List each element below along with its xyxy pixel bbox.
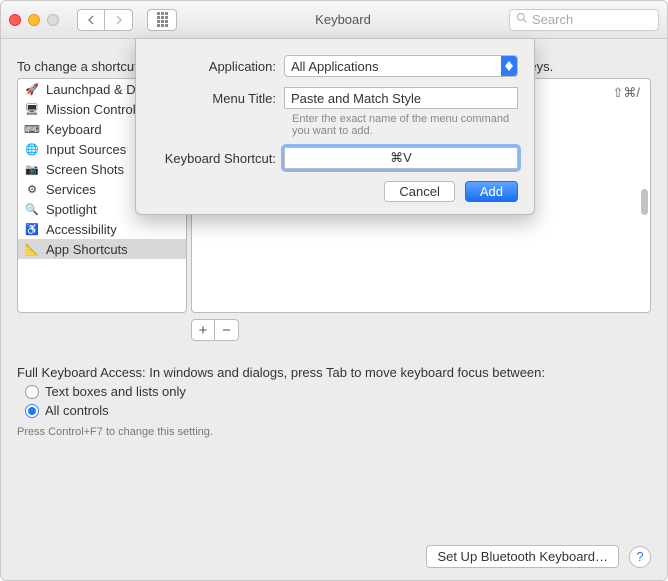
bluetooth-keyboard-button[interactable]: Set Up Bluetooth Keyboard… <box>426 545 619 568</box>
cancel-button[interactable]: Cancel <box>384 181 454 202</box>
minimize-icon[interactable] <box>28 14 40 26</box>
grid-icon <box>157 12 168 27</box>
fka-intro: Full Keyboard Access: In windows and dia… <box>17 365 651 380</box>
menu-title-hint: Enter the exact name of the menu command… <box>292 113 522 137</box>
search-field[interactable]: Search <box>509 9 659 31</box>
popup-arrows-icon <box>501 56 517 76</box>
fka-option-all-controls[interactable]: All controls <box>25 403 651 418</box>
window-controls <box>9 14 59 26</box>
keyboard-icon: ⌨ <box>24 121 40 137</box>
chevron-right-icon <box>114 15 124 25</box>
sidebar-item-app-shortcuts[interactable]: 📐App Shortcuts <box>18 239 186 259</box>
add-remove-buttons: + − <box>191 319 651 341</box>
keyboard-shortcut-field[interactable]: ⌘V <box>284 147 518 169</box>
application-label: Application: <box>152 59 284 74</box>
accessibility-icon: ♿ <box>24 221 40 237</box>
titlebar: Keyboard Search <box>1 1 667 39</box>
app-shortcuts-icon: 📐 <box>24 241 40 257</box>
zoom-icon <box>47 14 59 26</box>
menu-title-field[interactable]: Paste and Match Style <box>284 87 518 109</box>
scrollbar[interactable] <box>635 79 651 312</box>
keyboard-shortcut-label: Keyboard Shortcut: <box>152 151 284 166</box>
chevron-left-icon <box>86 15 96 25</box>
remove-shortcut-button[interactable]: − <box>215 319 239 341</box>
fka-option-text-boxes[interactable]: Text boxes and lists only <box>25 384 651 399</box>
application-value: All Applications <box>291 59 378 74</box>
scroll-thumb[interactable] <box>641 189 648 215</box>
menu-title-label: Menu Title: <box>152 91 284 106</box>
help-button[interactable]: ? <box>629 546 651 568</box>
search-icon <box>516 12 528 27</box>
add-shortcut-sheet: Application: All Applications Menu Title… <box>135 39 535 215</box>
launchpad-icon: 🚀 <box>24 81 40 97</box>
preferences-window: Keyboard Search To change a shortcut, se… <box>0 0 668 581</box>
forward-button <box>105 9 133 31</box>
close-icon[interactable] <box>9 14 21 26</box>
radio-checked-icon[interactable] <box>25 404 39 418</box>
input-sources-icon: 🌐 <box>24 141 40 157</box>
search-placeholder: Search <box>532 12 573 27</box>
mission-control-icon: 🖥 <box>24 101 40 117</box>
back-button[interactable] <box>77 9 105 31</box>
sidebar-item-accessibility[interactable]: ♿Accessibility <box>18 219 186 239</box>
spotlight-icon: 🔍 <box>24 201 40 217</box>
history-nav <box>77 9 133 31</box>
window-title: Keyboard <box>185 12 501 27</box>
add-button[interactable]: Add <box>465 181 518 202</box>
application-popup[interactable]: All Applications <box>284 55 518 77</box>
radio-unchecked-icon[interactable] <box>25 385 39 399</box>
footer: Set Up Bluetooth Keyboard… ? <box>426 545 651 568</box>
add-shortcut-button[interactable]: + <box>191 319 215 341</box>
screenshots-icon: 📷 <box>24 161 40 177</box>
full-keyboard-access-section: Full Keyboard Access: In windows and dia… <box>17 365 651 438</box>
fka-tip: Press Control+F7 to change this setting. <box>17 426 651 438</box>
show-all-button[interactable] <box>147 9 177 31</box>
services-icon: ⚙ <box>24 181 40 197</box>
